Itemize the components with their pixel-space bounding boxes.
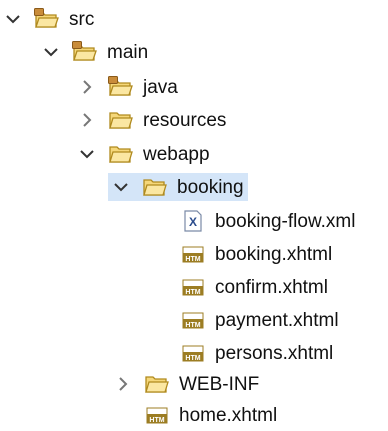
chevron-right-icon[interactable] <box>116 377 130 391</box>
html-badge-text: HTM <box>185 256 200 263</box>
tree-node-label: payment.xhtml <box>215 309 339 331</box>
html-file-icon: HTM <box>144 404 170 426</box>
tree-node-booking[interactable]: booking <box>108 171 248 203</box>
html-badge-text: HTM <box>185 289 200 296</box>
tree-node-label: booking.xhtml <box>215 243 333 265</box>
html-file-icon: HTM <box>180 342 206 364</box>
tree-node-label: home.xhtml <box>179 404 278 426</box>
html-badge-text: HTM <box>185 355 200 362</box>
tree-node-src[interactable]: src <box>6 3 94 35</box>
tree-node-booking-flow-xml[interactable]: X booking-flow.xml <box>180 205 355 237</box>
tree-node-payment-xhtml[interactable]: HTM payment.xhtml <box>180 304 339 336</box>
project-explorer-tree: src main java resources webapp booking X… <box>0 0 388 425</box>
source-folder-icon <box>72 41 98 63</box>
folder-icon <box>142 176 168 198</box>
source-folder-icon <box>108 76 134 98</box>
chevron-down-icon[interactable] <box>80 147 94 161</box>
tree-node-web-inf[interactable]: WEB-INF <box>116 368 259 400</box>
tree-node-main[interactable]: main <box>44 36 148 68</box>
tree-node-label: src <box>69 8 95 30</box>
chevron-right-icon[interactable] <box>80 113 94 127</box>
tree-node-label: persons.xhtml <box>215 342 334 364</box>
tree-node-label: WEB-INF <box>179 373 260 395</box>
tree-node-webapp[interactable]: webapp <box>80 138 210 170</box>
tree-node-label: confirm.xhtml <box>215 276 328 298</box>
chevron-right-icon[interactable] <box>80 80 94 94</box>
folder-icon <box>108 143 134 165</box>
xml-file-icon: X <box>180 210 206 232</box>
tree-node-persons-xhtml[interactable]: HTM persons.xhtml <box>180 337 333 369</box>
tree-node-label: booking <box>177 176 244 198</box>
source-folder-icon <box>34 8 60 30</box>
tree-node-booking-xhtml[interactable]: HTM booking.xhtml <box>180 238 332 270</box>
html-badge-text: HTM <box>149 417 164 424</box>
chevron-down-icon[interactable] <box>114 180 128 194</box>
tree-node-label: resources <box>143 109 227 131</box>
html-file-icon: HTM <box>180 243 206 265</box>
folder-icon <box>144 373 170 395</box>
xml-badge-text: X <box>189 215 197 229</box>
chevron-down-icon[interactable] <box>44 45 58 59</box>
html-file-icon: HTM <box>180 309 206 331</box>
tree-node-java[interactable]: java <box>80 71 178 103</box>
tree-node-confirm-xhtml[interactable]: HTM confirm.xhtml <box>180 271 328 303</box>
tree-node-resources[interactable]: resources <box>80 104 226 136</box>
html-file-icon: HTM <box>180 276 206 298</box>
tree-node-label: booking-flow.xml <box>215 210 356 232</box>
tree-node-label: main <box>107 41 149 63</box>
tree-node-label: java <box>143 76 178 98</box>
folder-icon <box>108 109 134 131</box>
tree-node-label: webapp <box>143 143 210 165</box>
tree-node-home-xhtml[interactable]: HTM home.xhtml <box>144 399 277 431</box>
chevron-down-icon[interactable] <box>6 12 20 26</box>
html-badge-text: HTM <box>185 322 200 329</box>
